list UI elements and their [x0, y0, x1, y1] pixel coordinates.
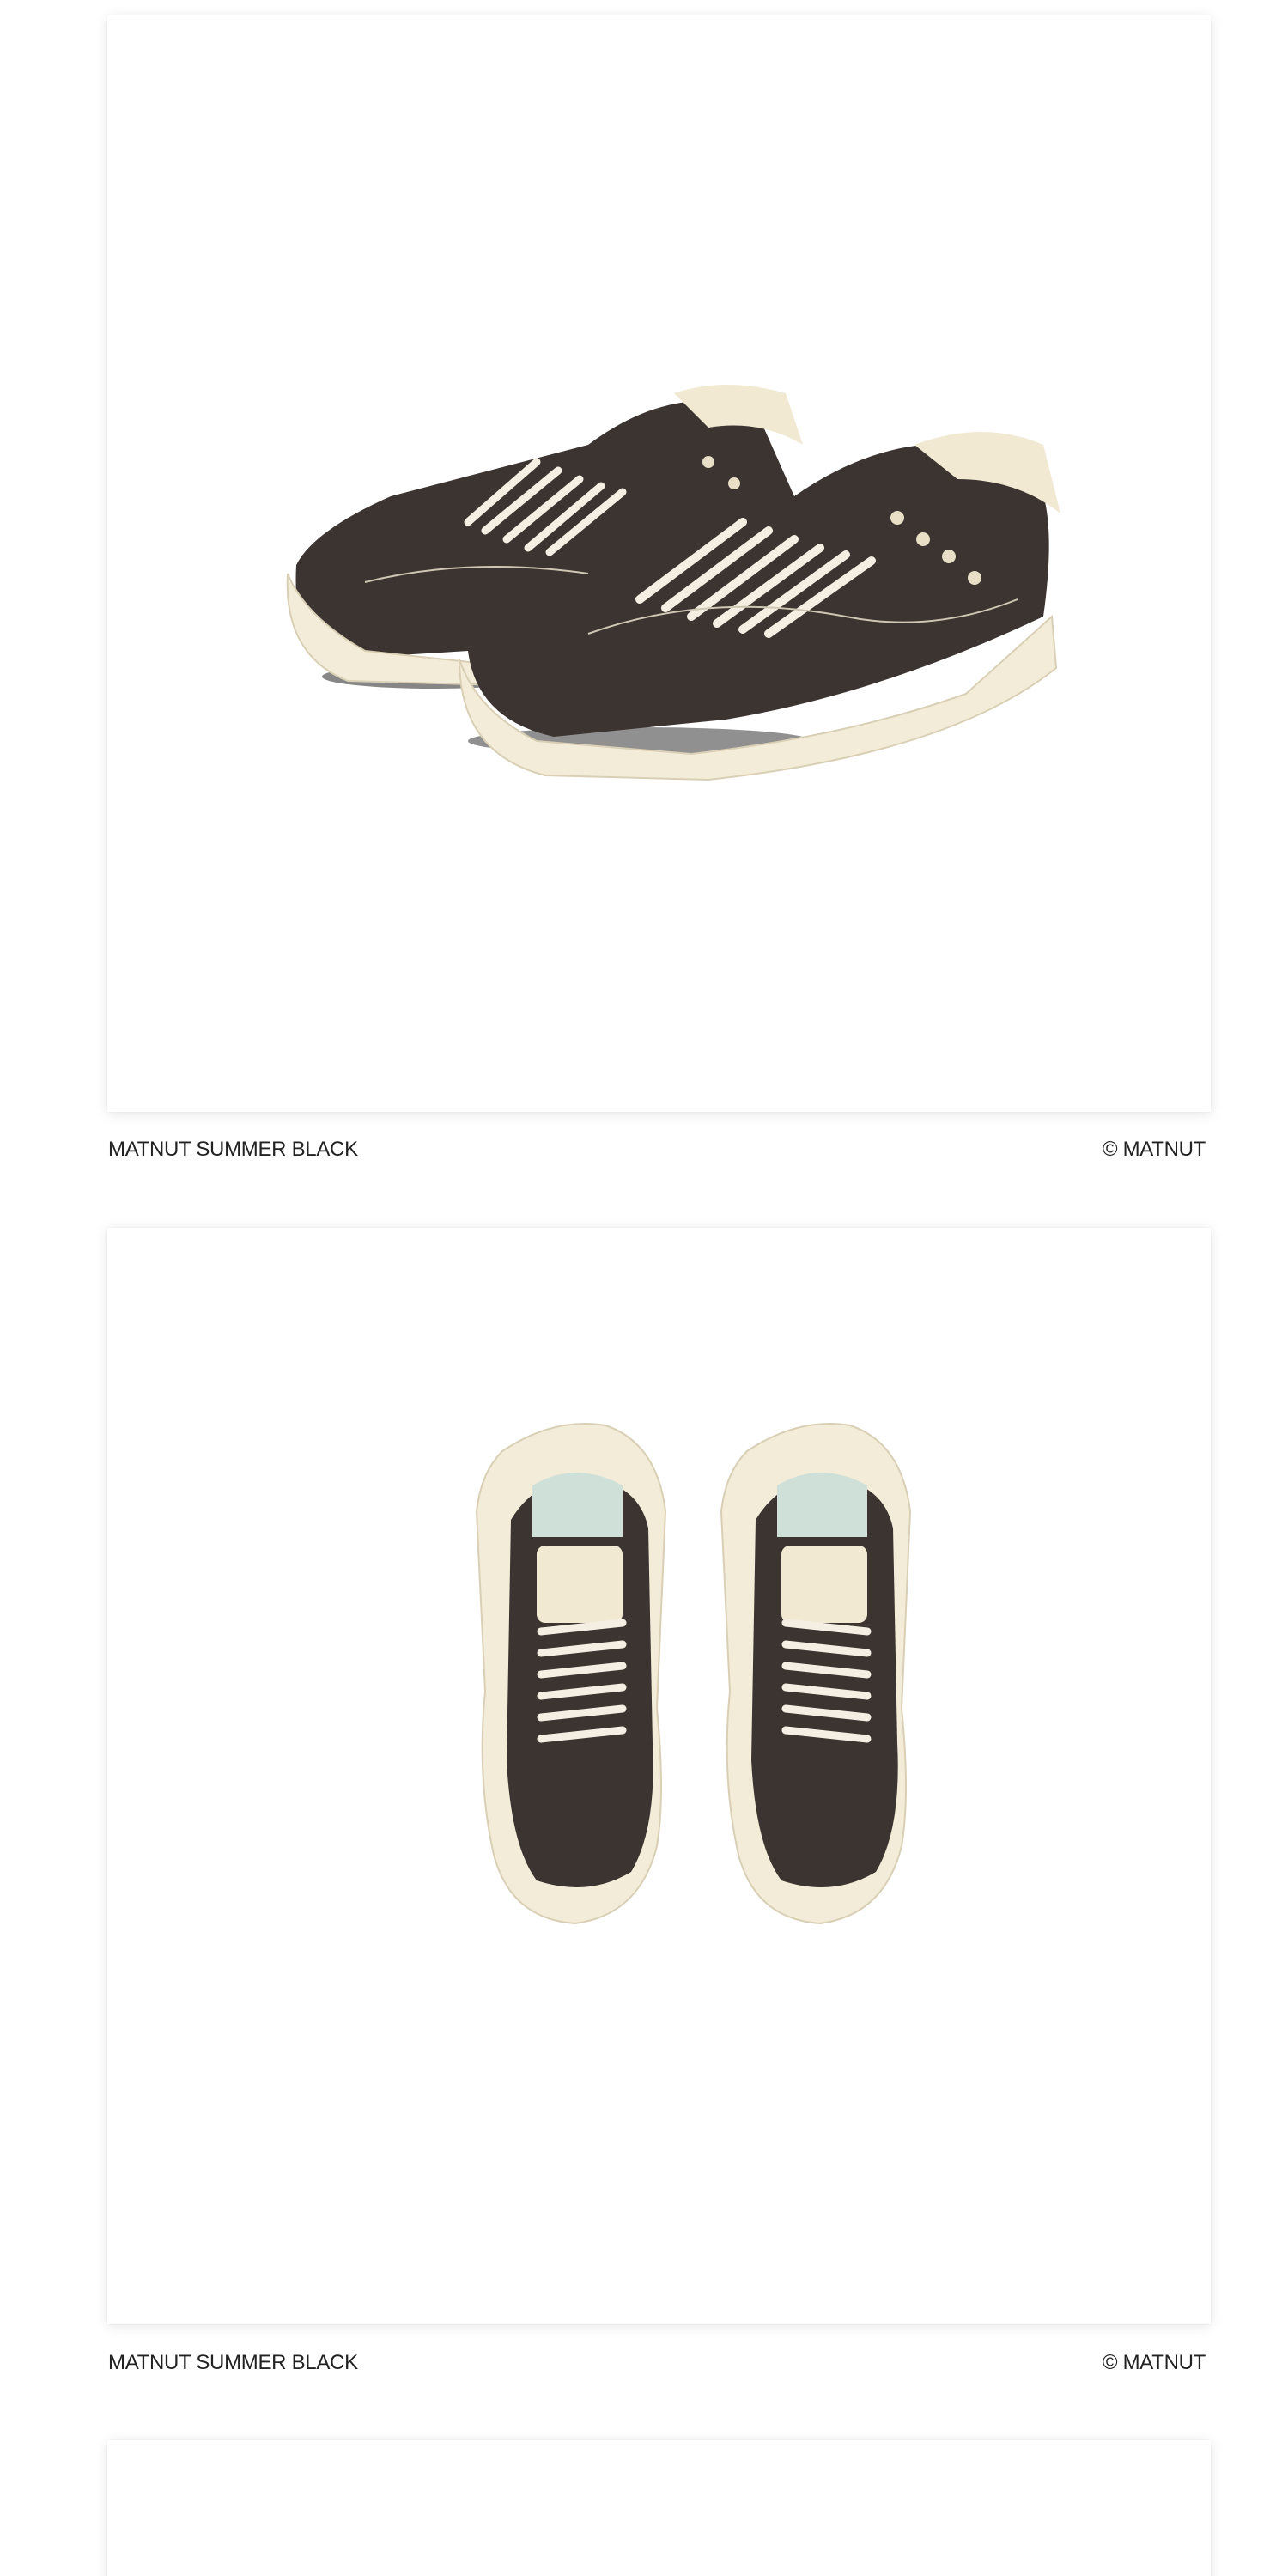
product-caption: MATNUT SUMMER BLACK © MATNUT	[108, 1137, 1209, 1162]
product-gallery-page: MATNUT SUMMER BLACK © MATNUT MATNUT SUMM…	[0, 0, 1288, 2576]
product-name: MATNUT SUMMER BLACK	[108, 2351, 358, 2374]
product-caption: MATNUT SUMMER BLACK © MATNUT	[108, 2350, 1209, 2375]
product-image-card[interactable]	[107, 2440, 1211, 2576]
shoe-top-view-image	[475, 1423, 912, 1925]
product-image-card[interactable]	[107, 1228, 1211, 2324]
product-image-card[interactable]	[107, 15, 1211, 1112]
shoe-side-view-image	[286, 385, 1060, 781]
image-credit: © MATNUT	[1102, 1138, 1206, 1161]
product-name: MATNUT SUMMER BLACK	[108, 1138, 358, 1161]
image-credit: © MATNUT	[1102, 2351, 1206, 2374]
